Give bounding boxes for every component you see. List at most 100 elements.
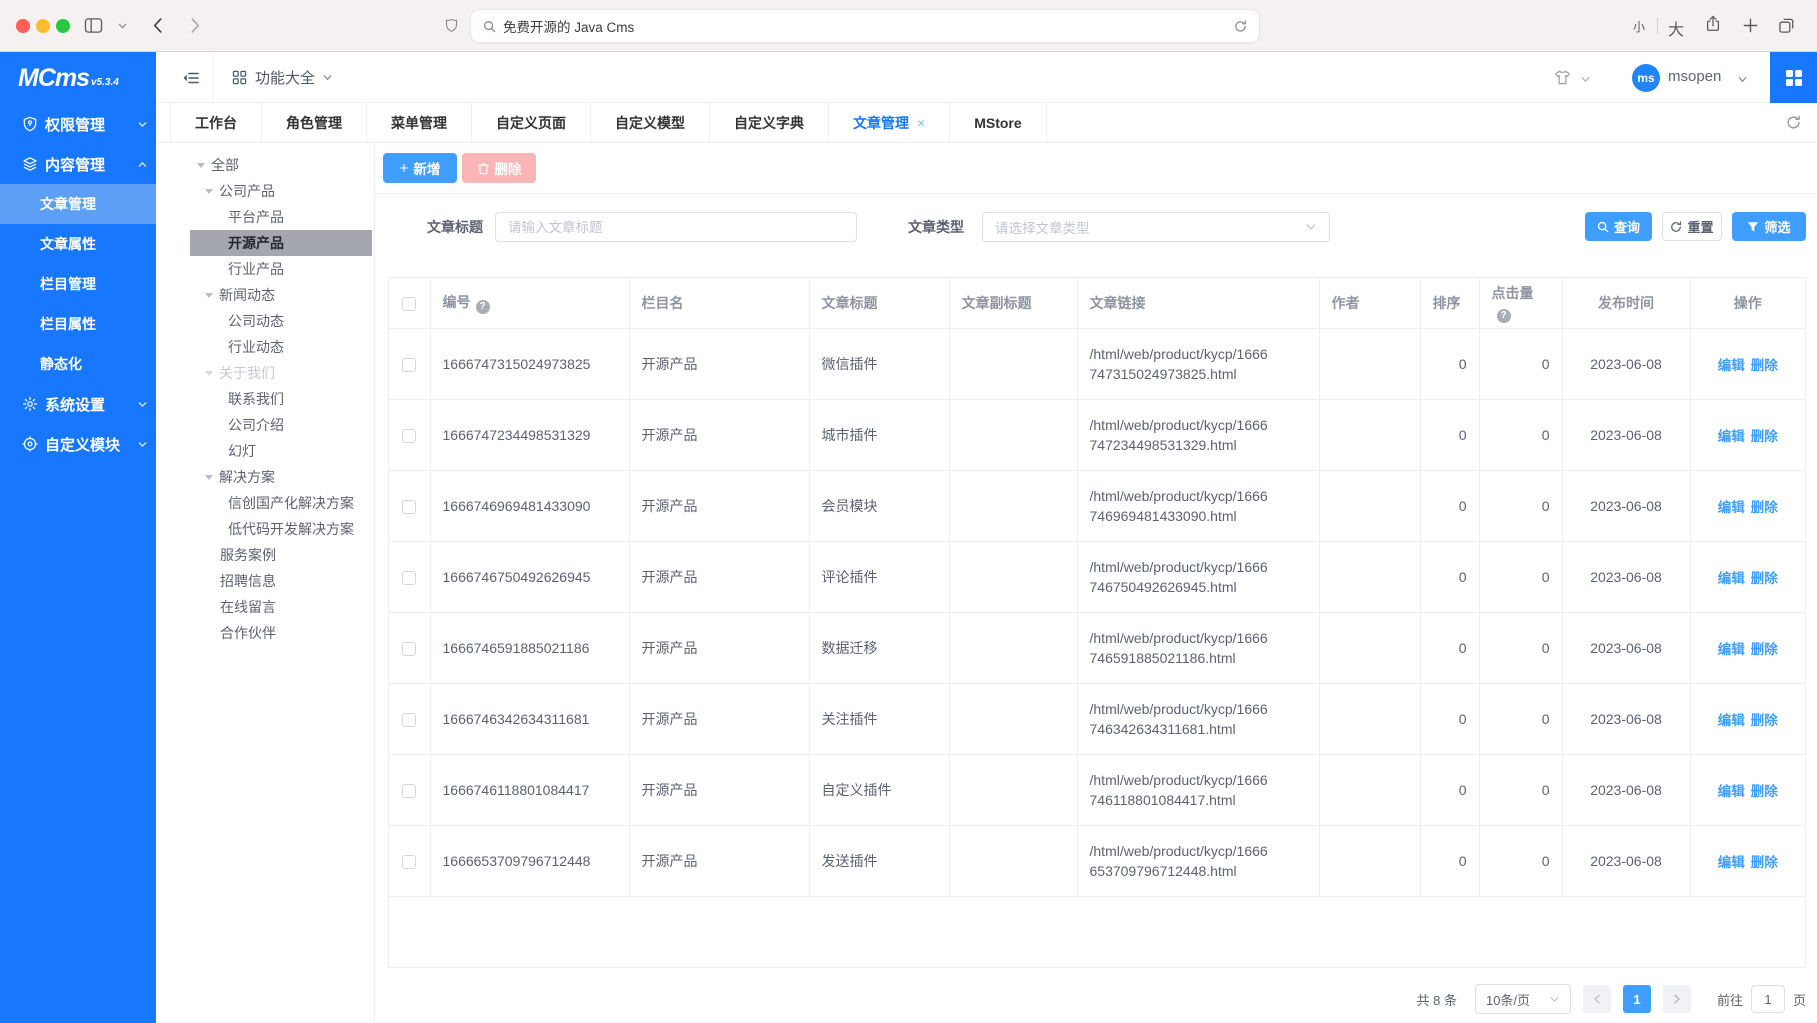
tree-node[interactable]: 行业产品 bbox=[190, 256, 372, 282]
row-checkbox[interactable] bbox=[402, 642, 416, 656]
row-checkbox[interactable] bbox=[402, 713, 416, 727]
tab-overview-icon[interactable] bbox=[1778, 17, 1795, 34]
close-icon[interactable]: × bbox=[917, 115, 925, 131]
tree-node[interactable]: 在线留言 bbox=[190, 594, 372, 620]
page-number-current[interactable]: 1 bbox=[1623, 985, 1651, 1013]
row-checkbox[interactable] bbox=[402, 358, 416, 372]
edit-link[interactable]: 编辑 bbox=[1718, 642, 1745, 657]
caret-down-icon[interactable] bbox=[205, 293, 213, 298]
tree-node[interactable]: 行业动态 bbox=[190, 334, 372, 360]
sidebar-item[interactable]: 自定义模块 bbox=[0, 424, 156, 464]
sidebar-item[interactable]: 权限管理 bbox=[0, 104, 156, 144]
share-icon[interactable] bbox=[1704, 15, 1722, 33]
row-checkbox[interactable] bbox=[402, 784, 416, 798]
filter-button[interactable]: 筛选 bbox=[1732, 212, 1806, 241]
sidebar-item[interactable]: 系统设置 bbox=[0, 384, 156, 424]
article-title-input[interactable] bbox=[495, 212, 857, 242]
tree-node[interactable]: 服务案例 bbox=[190, 542, 372, 568]
tab[interactable]: 自定义字典 bbox=[710, 103, 829, 142]
article-type-select[interactable]: 请选择文章类型 bbox=[982, 212, 1330, 242]
tree-node[interactable]: 公司介绍 bbox=[190, 412, 372, 438]
tree-node[interactable]: 新闻动态 bbox=[190, 282, 372, 308]
tree-node[interactable]: 招聘信息 bbox=[190, 568, 372, 594]
zoom-window-button[interactable] bbox=[56, 19, 70, 33]
text-larger-button[interactable]: 大 bbox=[1668, 16, 1684, 40]
tab[interactable]: 角色管理 bbox=[262, 103, 367, 142]
tree-node[interactable]: 幻灯 bbox=[190, 438, 372, 464]
tab[interactable]: 工作台 bbox=[170, 103, 262, 142]
sidebar-item[interactable]: 内容管理 bbox=[0, 144, 156, 184]
edit-link[interactable]: 编辑 bbox=[1718, 571, 1745, 586]
collapse-sidebar-icon[interactable] bbox=[182, 69, 200, 87]
refresh-icon[interactable] bbox=[1786, 115, 1801, 130]
row-checkbox[interactable] bbox=[402, 855, 416, 869]
username[interactable]: msopen bbox=[1668, 68, 1721, 85]
tree-node[interactable]: 平台产品 bbox=[190, 204, 372, 230]
tab[interactable]: MStore bbox=[950, 103, 1046, 142]
delete-link[interactable]: 删除 bbox=[1751, 358, 1778, 373]
app-menu-dropdown[interactable]: 功能大全 bbox=[232, 52, 333, 103]
tab[interactable]: 文章管理× bbox=[829, 103, 950, 142]
tab[interactable]: 自定义模型 bbox=[591, 103, 710, 142]
delete-link[interactable]: 删除 bbox=[1751, 500, 1778, 515]
tree-node[interactable]: 联系我们 bbox=[190, 386, 372, 412]
tree-node[interactable]: 公司动态 bbox=[190, 308, 372, 334]
tree-node[interactable]: 合作伙伴 bbox=[190, 620, 372, 646]
sidebar-subitem[interactable]: 栏目管理 bbox=[0, 264, 156, 304]
delete-link[interactable]: 删除 bbox=[1751, 713, 1778, 728]
reset-button[interactable]: 重置 bbox=[1662, 212, 1722, 241]
caret-down-icon[interactable] bbox=[205, 371, 213, 376]
delete-link[interactable]: 删除 bbox=[1751, 571, 1778, 586]
tree-node[interactable]: 关于我们 bbox=[190, 360, 372, 386]
tree-node[interactable]: 低代码开发解决方案 bbox=[190, 516, 372, 542]
avatar[interactable]: ms bbox=[1632, 64, 1660, 92]
tree-node[interactable]: 公司产品 bbox=[190, 178, 372, 204]
caret-down-icon[interactable] bbox=[205, 189, 213, 194]
sidebar-subitem[interactable]: 栏目属性 bbox=[0, 304, 156, 344]
forward-button[interactable] bbox=[190, 17, 201, 34]
tab[interactable]: 菜单管理 bbox=[367, 103, 472, 142]
privacy-shield-icon[interactable] bbox=[444, 18, 459, 33]
help-icon[interactable]: ? bbox=[476, 300, 490, 314]
new-tab-icon[interactable] bbox=[1742, 17, 1759, 34]
goto-page-input[interactable] bbox=[1751, 985, 1785, 1013]
minimize-window-button[interactable] bbox=[36, 19, 50, 33]
tree-node[interactable]: 开源产品 bbox=[190, 230, 372, 256]
edit-link[interactable]: 编辑 bbox=[1718, 429, 1745, 444]
sidebar-subitem[interactable]: 文章属性 bbox=[0, 224, 156, 264]
edit-link[interactable]: 编辑 bbox=[1718, 784, 1745, 799]
add-button[interactable]: + 新增 bbox=[383, 153, 457, 183]
caret-down-icon[interactable] bbox=[205, 475, 213, 480]
browser-sidebar-icon[interactable] bbox=[84, 17, 103, 34]
tab[interactable]: 自定义页面 bbox=[472, 103, 591, 142]
select-all-checkbox[interactable] bbox=[402, 297, 416, 311]
theme-skin-icon[interactable] bbox=[1553, 68, 1572, 87]
tree-node[interactable]: 解决方案 bbox=[190, 464, 372, 490]
edit-link[interactable]: 编辑 bbox=[1718, 855, 1745, 870]
back-button[interactable] bbox=[152, 17, 163, 34]
page-size-select[interactable]: 10条/页 bbox=[1475, 984, 1571, 1014]
row-checkbox[interactable] bbox=[402, 429, 416, 443]
close-window-button[interactable] bbox=[16, 19, 30, 33]
delete-link[interactable]: 删除 bbox=[1751, 642, 1778, 657]
address-bar[interactable]: 免费开源的 Java Cms bbox=[470, 9, 1260, 43]
next-page-button[interactable] bbox=[1663, 985, 1691, 1013]
edit-link[interactable]: 编辑 bbox=[1718, 358, 1745, 373]
chevron-down-icon[interactable] bbox=[1737, 74, 1748, 85]
reload-icon[interactable] bbox=[1234, 20, 1247, 33]
sidebar-subitem[interactable]: 文章管理 bbox=[0, 184, 156, 224]
chevron-down-icon[interactable] bbox=[1580, 74, 1591, 85]
query-button[interactable]: 查询 bbox=[1585, 212, 1652, 241]
delete-button[interactable]: 删除 bbox=[462, 153, 536, 183]
tree-node[interactable]: 信创国产化解决方案 bbox=[190, 490, 372, 516]
tree-node[interactable]: 全部 bbox=[190, 152, 372, 178]
delete-link[interactable]: 删除 bbox=[1751, 429, 1778, 444]
help-icon[interactable]: ? bbox=[1497, 309, 1511, 323]
delete-link[interactable]: 删除 bbox=[1751, 855, 1778, 870]
caret-down-icon[interactable] bbox=[197, 163, 205, 168]
text-smaller-button[interactable]: 小 bbox=[1633, 18, 1645, 35]
row-checkbox[interactable] bbox=[402, 500, 416, 514]
chevron-down-icon[interactable] bbox=[118, 23, 127, 29]
apps-grid-button[interactable] bbox=[1770, 52, 1817, 103]
row-checkbox[interactable] bbox=[402, 571, 416, 585]
